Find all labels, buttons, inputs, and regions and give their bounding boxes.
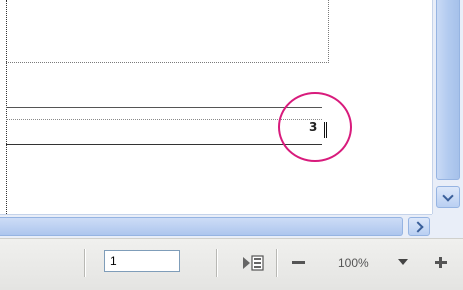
status-separator (216, 249, 217, 277)
go-to-page-icon[interactable] (242, 254, 266, 272)
header-area-boundary (6, 0, 329, 63)
vertical-scrollbar[interactable] (432, 0, 463, 214)
vertical-scroll-thumb[interactable] (436, 0, 460, 180)
chevron-down-icon (442, 190, 454, 202)
table-bottom-border (6, 144, 322, 145)
status-separator (84, 249, 85, 277)
table-top-border (6, 107, 322, 108)
zoom-out-button[interactable] (288, 251, 310, 273)
page-number-field[interactable]: 3 (309, 120, 317, 134)
table-row[interactable]: 3 (6, 107, 327, 145)
status-separator (276, 249, 277, 277)
zoom-in-button[interactable] (430, 251, 452, 273)
scroll-right-button[interactable] (408, 217, 430, 236)
zoom-level: 100% (338, 256, 369, 270)
horizontal-scroll-thumb[interactable] (0, 217, 403, 236)
chevron-right-icon (412, 221, 424, 233)
writer-window: 3 100% (0, 0, 463, 290)
horizontal-scrollbar[interactable] (0, 214, 432, 238)
zoom-dropdown-button[interactable] (396, 256, 410, 270)
document-canvas[interactable]: 3 (0, 0, 432, 214)
page-number-input[interactable] (104, 250, 180, 272)
text-boundary-line (6, 119, 322, 120)
text-cursor (324, 122, 327, 138)
status-bar: 100% (0, 238, 463, 290)
scrollbar-corner (432, 214, 463, 238)
scroll-down-button[interactable] (436, 186, 460, 208)
